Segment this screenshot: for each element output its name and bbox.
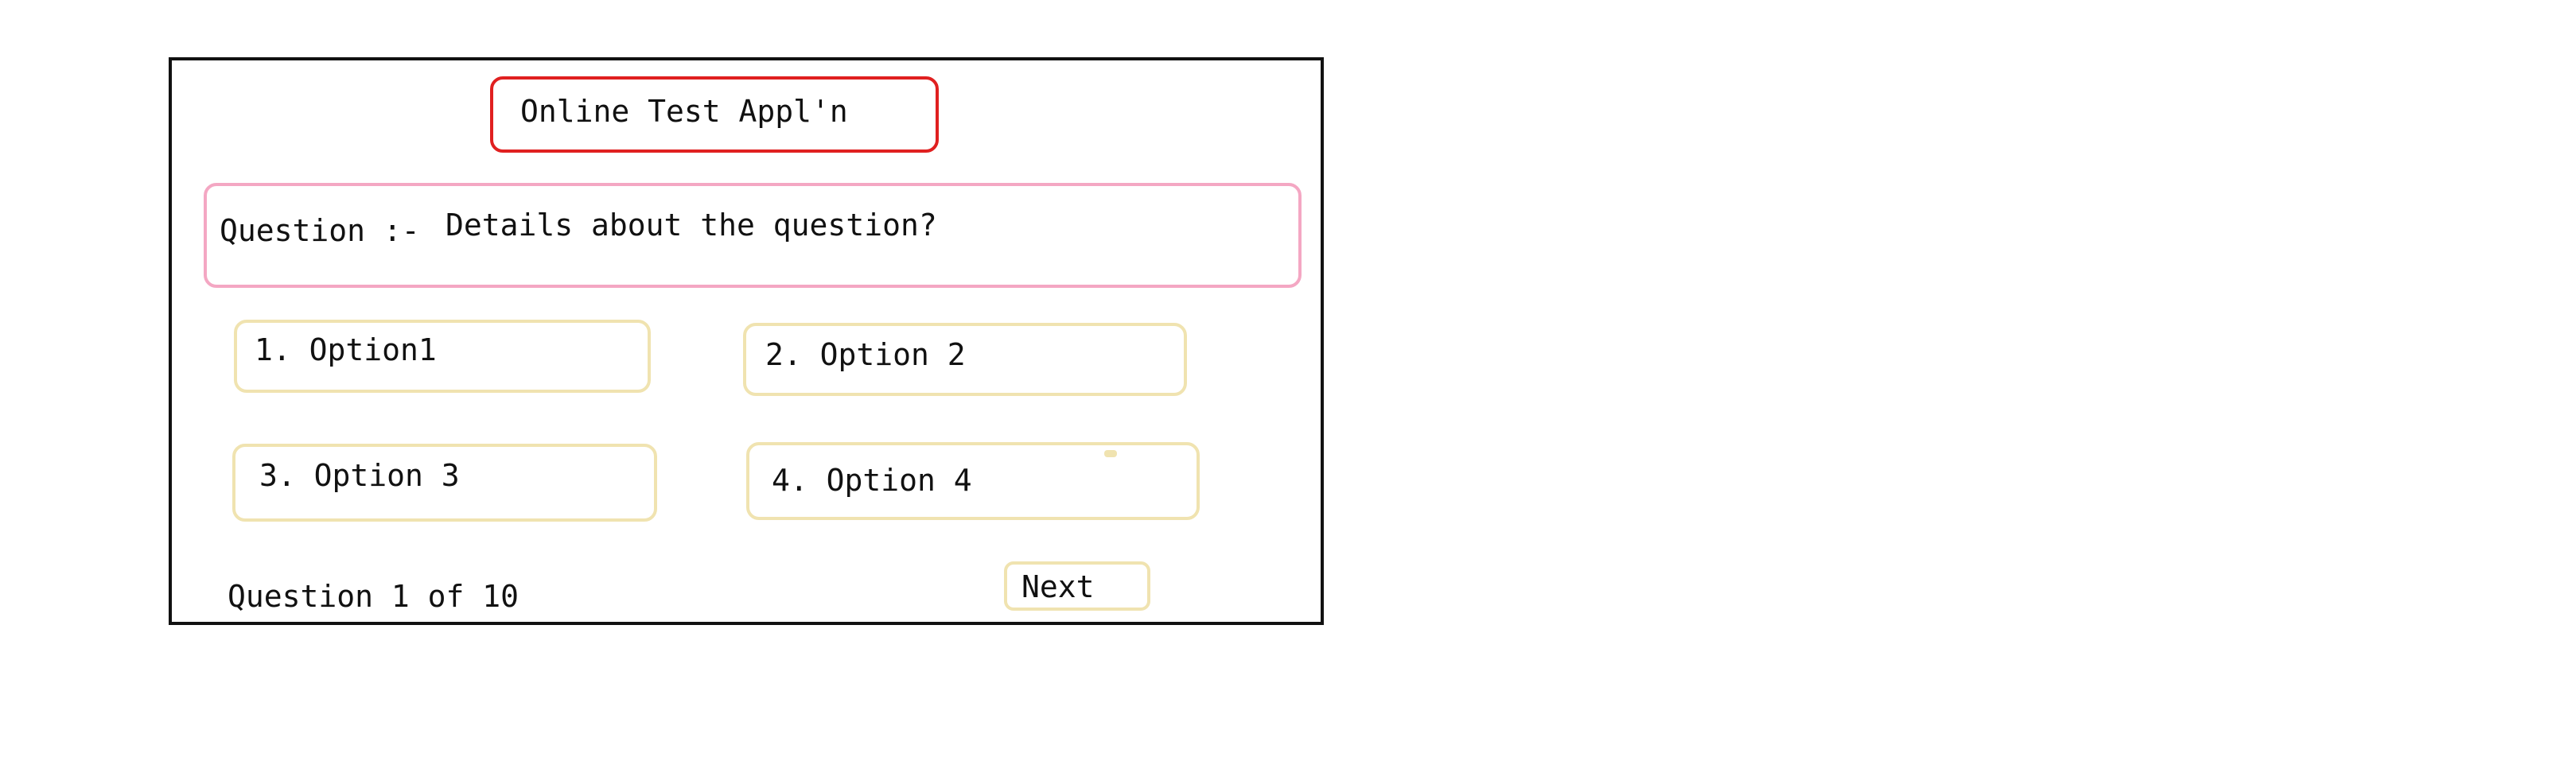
option-3-label: 3. Option 3 <box>259 458 460 493</box>
option-2[interactable]: 2. Option 2 <box>743 323 1187 396</box>
option-1[interactable]: 1. Option1 <box>234 320 651 393</box>
app-title-box: Online Test Appl'n <box>490 76 939 153</box>
option-4-marker <box>1104 450 1117 457</box>
question-box: Question :- Details about the question? <box>204 183 1302 288</box>
option-1-label: 1. Option1 <box>255 332 437 367</box>
next-button-label: Next <box>1021 569 1095 604</box>
next-button[interactable]: Next <box>1004 561 1150 611</box>
option-4[interactable]: 4. Option 4 <box>746 442 1200 520</box>
option-3[interactable]: 3. Option 3 <box>232 444 657 522</box>
app-title: Online Test Appl'n <box>520 94 848 129</box>
question-label: Question :- <box>220 213 420 248</box>
question-text: Details about the question? <box>446 208 937 243</box>
option-4-label: 4. Option 4 <box>772 463 972 498</box>
question-progress: Question 1 of 10 <box>228 579 519 614</box>
option-2-label: 2. Option 2 <box>765 337 966 372</box>
